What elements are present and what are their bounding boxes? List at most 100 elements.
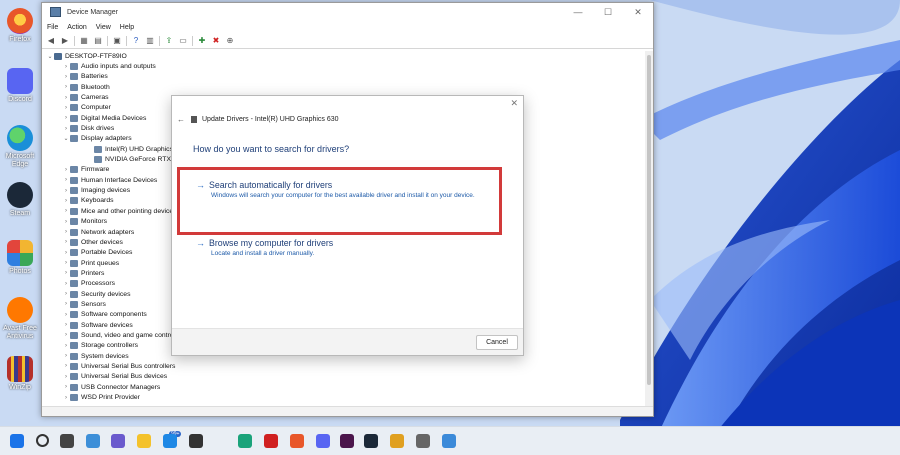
file-explorer-icon[interactable] [137,434,151,448]
slack-icon[interactable] [340,434,354,448]
wps-icon[interactable] [264,434,278,448]
chevron-right-icon[interactable]: › [62,250,70,256]
chevron-right-icon[interactable]: › [62,239,70,245]
minimize-icon[interactable]: — [563,7,593,17]
edge-icon[interactable] [238,434,252,448]
chevron-right-icon[interactable]: › [62,177,70,183]
uninstall-icon[interactable]: ✖ [211,36,221,46]
chevron-right-icon[interactable]: › [62,95,70,101]
menu-file[interactable]: File [47,24,58,31]
browse-computer-option[interactable]: → Browse my computer for drivers Locate … [196,238,476,259]
chevron-right-icon[interactable]: › [62,208,70,214]
menu-action[interactable]: Action [67,24,86,31]
tree-item-label: Firmware [81,166,110,174]
panel-icon[interactable]: ▥ [145,36,155,46]
search-icon[interactable] [36,434,49,447]
chevron-right-icon[interactable]: › [62,281,70,287]
chevron-right-icon[interactable]: › [62,167,70,173]
chevron-right-icon[interactable]: › [62,363,70,369]
back-arrow-icon[interactable]: ◀ [46,36,56,46]
desktop-icon-edge[interactable]: Microsoft Edge [3,125,37,169]
maximize-icon[interactable]: ☐ [593,7,623,18]
mail-icon[interactable] [163,434,177,448]
chevron-right-icon[interactable]: › [62,188,70,194]
tree-item[interactable]: › Bluetooth [42,82,642,92]
tree-item[interactable]: › Universal Serial Bus controllers [42,361,642,371]
chevron-right-icon[interactable]: › [62,229,70,235]
chevron-right-icon[interactable]: › [62,198,70,204]
chevron-down-icon[interactable]: ⌄ [62,135,70,142]
update-driver-icon[interactable]: ⇪ [164,36,174,46]
chevron-right-icon[interactable]: › [62,260,70,266]
forward-arrow-icon[interactable]: ▶ [60,36,70,46]
tree-item[interactable]: › Audio inputs and outputs [42,61,642,71]
desktop-icon-label: Avast Free Antivirus [3,325,37,340]
app-icon[interactable] [390,434,404,448]
desktop-icon-label: Discord [8,96,32,103]
chat-icon[interactable] [111,434,125,448]
add-driver-icon[interactable]: ✚ [197,36,207,46]
chevron-right-icon[interactable]: › [62,291,70,297]
chevron-right-icon[interactable]: › [62,322,70,328]
tree-item-label: Sensors [81,300,106,308]
scrollbar-thumb[interactable] [647,55,651,385]
close-icon[interactable]: ✕ [623,7,653,18]
menu-help[interactable]: Help [120,24,134,31]
app-icon[interactable] [416,434,430,448]
chevron-right-icon[interactable]: › [62,332,70,338]
task-view-icon[interactable] [60,434,74,448]
cancel-button[interactable]: Cancel [476,335,518,350]
windows-start-icon[interactable] [10,434,24,448]
chevron-right-icon[interactable]: › [62,219,70,225]
tree-item-label: Imaging devices [81,187,131,195]
chevron-right-icon[interactable]: › [62,343,70,349]
taskbar: 99+ [0,426,900,455]
tree-item[interactable]: › Universal Serial Bus devices [42,372,642,382]
discord-icon[interactable] [316,434,330,448]
device-category-icon [70,269,78,277]
tree-item[interactable]: › WSD Print Provider [42,392,642,402]
chevron-right-icon[interactable]: › [62,270,70,276]
list-view-icon[interactable]: ▤ [93,36,103,46]
scan-hardware-icon[interactable]: ▭ [178,36,188,46]
back-arrow-icon[interactable]: ← [177,115,191,124]
chevron-down-icon[interactable]: ⌄ [46,53,54,60]
snipping-tool-icon[interactable] [442,434,456,448]
tree-item[interactable]: › Batteries [42,72,642,82]
desktop-icon-photos[interactable]: Photos [3,240,37,276]
menu-bar: File Action View Help [42,21,653,33]
chevron-right-icon[interactable]: › [62,395,70,401]
chevron-right-icon[interactable]: › [62,74,70,80]
widgets-icon[interactable] [86,434,100,448]
chevron-right-icon[interactable]: › [62,353,70,359]
disk-icon[interactable]: ▣ [112,36,122,46]
close-icon[interactable]: ✕ [510,98,518,109]
titlebar[interactable]: Device Manager — ☐ ✕ [42,3,653,21]
desktop-icon-discord[interactable]: Discord [3,68,37,104]
firefox-icon[interactable] [290,434,304,448]
menu-view[interactable]: View [96,24,111,31]
desktop-icon-avast[interactable]: Avast Free Antivirus [3,297,37,341]
chevron-right-icon[interactable]: › [62,312,70,318]
desktop-icon-steam[interactable]: Steam [3,182,37,218]
desktop-icon-label: WinZip [9,384,31,391]
desktop-icon-label: Steam [9,210,31,217]
chevron-right-icon[interactable]: › [62,374,70,380]
properties-icon[interactable]: ▦ [79,36,89,46]
chevron-right-icon[interactable]: › [62,126,70,132]
store-icon[interactable] [189,434,203,448]
tree-root[interactable]: ⌄ DESKTOP-FTF89IO [42,51,642,61]
vertical-scrollbar[interactable] [645,51,653,407]
chevron-right-icon[interactable]: › [62,64,70,70]
chevron-right-icon[interactable]: › [62,115,70,121]
desktop-icon-winzip[interactable]: WinZip [3,356,37,392]
tree-item[interactable]: › USB Connector Managers [42,382,642,392]
download-icon[interactable]: ⊕ [225,36,235,46]
chevron-right-icon[interactable]: › [62,384,70,390]
chevron-right-icon[interactable]: › [62,301,70,307]
desktop-icon-firefox[interactable]: Firefox [3,8,37,44]
help-icon[interactable]: ? [131,36,141,46]
steam-icon[interactable] [364,434,378,448]
chevron-right-icon[interactable]: › [62,105,70,111]
chevron-right-icon[interactable]: › [62,84,70,90]
